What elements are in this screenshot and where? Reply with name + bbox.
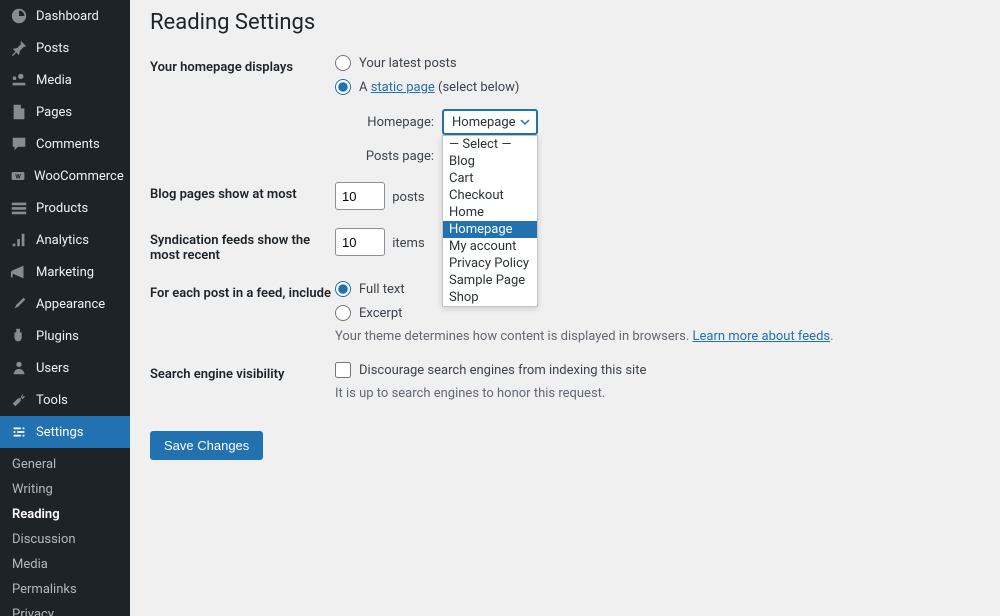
- settings-submenu: General Writing Reading Discussion Media…: [0, 448, 130, 616]
- dropdown-option[interactable]: Blog: [443, 153, 537, 170]
- sidebar-item-analytics[interactable]: Analytics: [0, 224, 130, 256]
- radio-excerpt[interactable]: [335, 305, 351, 321]
- search-help-text: It is up to search engines to honor this…: [335, 386, 980, 401]
- settings-icon: [10, 423, 28, 441]
- appearance-icon: [10, 295, 28, 313]
- sidebar-item-comments[interactable]: Comments: [0, 128, 130, 160]
- submenu-item-media[interactable]: Media: [0, 552, 130, 577]
- save-changes-button[interactable]: Save Changes: [150, 431, 263, 460]
- media-icon: [10, 71, 28, 89]
- submenu-item-general[interactable]: General: [0, 452, 130, 477]
- blog-pages-input[interactable]: [335, 182, 385, 210]
- sidebar-item-label: WooCommerce: [34, 169, 124, 184]
- sidebar-item-label: Pages: [36, 105, 72, 120]
- page-title: Reading Settings: [150, 10, 980, 35]
- sidebar-item-label: Settings: [36, 425, 83, 440]
- sidebar-item-label: Plugins: [36, 329, 79, 344]
- radio-static-page-label: A static page (select below): [359, 80, 519, 95]
- submenu-item-reading[interactable]: Reading: [0, 502, 130, 527]
- submenu-item-permalinks[interactable]: Permalinks: [0, 577, 130, 602]
- homepage-select[interactable]: Homepage: [442, 109, 538, 135]
- comment-icon: [10, 135, 28, 153]
- analytics-icon: [10, 231, 28, 249]
- marketing-icon: [10, 263, 28, 281]
- sidebar-item-media[interactable]: Media: [0, 64, 130, 96]
- tools-icon: [10, 391, 28, 409]
- sidebar-item-label: Dashboard: [36, 9, 99, 24]
- radio-full-text-label: Full text: [359, 282, 405, 297]
- search-visibility-label: Search engine visibility: [150, 362, 335, 382]
- homepage-dropdown: — Select — Blog Cart Checkout Home Homep…: [442, 135, 538, 307]
- products-icon: [10, 199, 28, 217]
- learn-more-feeds-link[interactable]: Learn more about feeds: [693, 329, 831, 344]
- radio-static-page[interactable]: [335, 79, 351, 95]
- static-page-link[interactable]: static page: [371, 80, 435, 95]
- chevron-down-icon: [520, 117, 530, 127]
- sidebar-item-tools[interactable]: Tools: [0, 384, 130, 416]
- radio-latest-posts-label: Your latest posts: [359, 56, 457, 71]
- dropdown-option[interactable]: Shop: [443, 289, 537, 306]
- dropdown-option[interactable]: Home: [443, 204, 537, 221]
- blog-pages-suffix: posts: [392, 190, 424, 205]
- sidebar-item-pages[interactable]: Pages: [0, 96, 130, 128]
- syndication-input[interactable]: [335, 228, 385, 256]
- syndication-suffix: items: [392, 236, 424, 251]
- sidebar-item-label: Comments: [36, 137, 100, 152]
- sidebar-item-label: Analytics: [36, 233, 89, 248]
- sidebar-item-label: Marketing: [36, 265, 94, 280]
- radio-full-text[interactable]: [335, 281, 351, 297]
- dropdown-option[interactable]: Privacy Policy: [443, 255, 537, 272]
- dropdown-option[interactable]: Cart: [443, 170, 537, 187]
- sidebar-item-label: Media: [36, 73, 72, 88]
- sidebar-item-plugins[interactable]: Plugins: [0, 320, 130, 352]
- radio-latest-posts[interactable]: [335, 55, 351, 71]
- sidebar-item-products[interactable]: Products: [0, 192, 130, 224]
- sidebar-item-woocommerce[interactable]: W WooCommerce: [0, 160, 130, 192]
- sidebar-item-settings[interactable]: Settings: [0, 416, 130, 448]
- dropdown-option[interactable]: Sample Page: [443, 272, 537, 289]
- sidebar-item-label: Posts: [36, 41, 69, 56]
- homepage-displays-label: Your homepage displays: [150, 55, 335, 75]
- dashboard-icon: [10, 7, 28, 25]
- page-icon: [10, 103, 28, 121]
- dropdown-option[interactable]: Homepage: [443, 221, 537, 238]
- submenu-item-discussion[interactable]: Discussion: [0, 527, 130, 552]
- feed-include-label: For each post in a feed, include: [150, 281, 335, 301]
- feed-help-text: Your theme determines how content is dis…: [335, 329, 980, 344]
- dropdown-option[interactable]: My account: [443, 238, 537, 255]
- sidebar-item-marketing[interactable]: Marketing: [0, 256, 130, 288]
- admin-sidebar: Dashboard Posts Media Pages Comments W W…: [0, 0, 130, 616]
- search-discourage-checkbox[interactable]: [335, 362, 351, 378]
- sidebar-item-label: Users: [36, 361, 69, 376]
- submenu-item-writing[interactable]: Writing: [0, 477, 130, 502]
- syndication-label: Syndication feeds show the most recent: [150, 228, 335, 263]
- sidebar-item-posts[interactable]: Posts: [0, 32, 130, 64]
- plugins-icon: [10, 327, 28, 345]
- homepage-select-label: Homepage:: [359, 115, 434, 130]
- svg-text:W: W: [15, 172, 21, 180]
- sidebar-item-label: Products: [36, 201, 88, 216]
- sidebar-item-label: Appearance: [36, 297, 105, 312]
- dropdown-option[interactable]: — Select —: [443, 136, 537, 153]
- sidebar-item-dashboard[interactable]: Dashboard: [0, 0, 130, 32]
- blog-pages-label: Blog pages show at most: [150, 182, 335, 202]
- sidebar-item-users[interactable]: Users: [0, 352, 130, 384]
- sidebar-item-appearance[interactable]: Appearance: [0, 288, 130, 320]
- search-discourage-label: Discourage search engines from indexing …: [359, 363, 646, 378]
- users-icon: [10, 359, 28, 377]
- radio-excerpt-label: Excerpt: [359, 306, 402, 321]
- main-content: Reading Settings Your homepage displays …: [130, 0, 1000, 616]
- dropdown-option[interactable]: Checkout: [443, 187, 537, 204]
- woo-icon: W: [10, 167, 26, 185]
- pin-icon: [10, 39, 28, 57]
- posts-page-select-label: Posts page:: [359, 149, 434, 164]
- submenu-item-privacy[interactable]: Privacy: [0, 602, 130, 616]
- sidebar-item-label: Tools: [36, 393, 68, 408]
